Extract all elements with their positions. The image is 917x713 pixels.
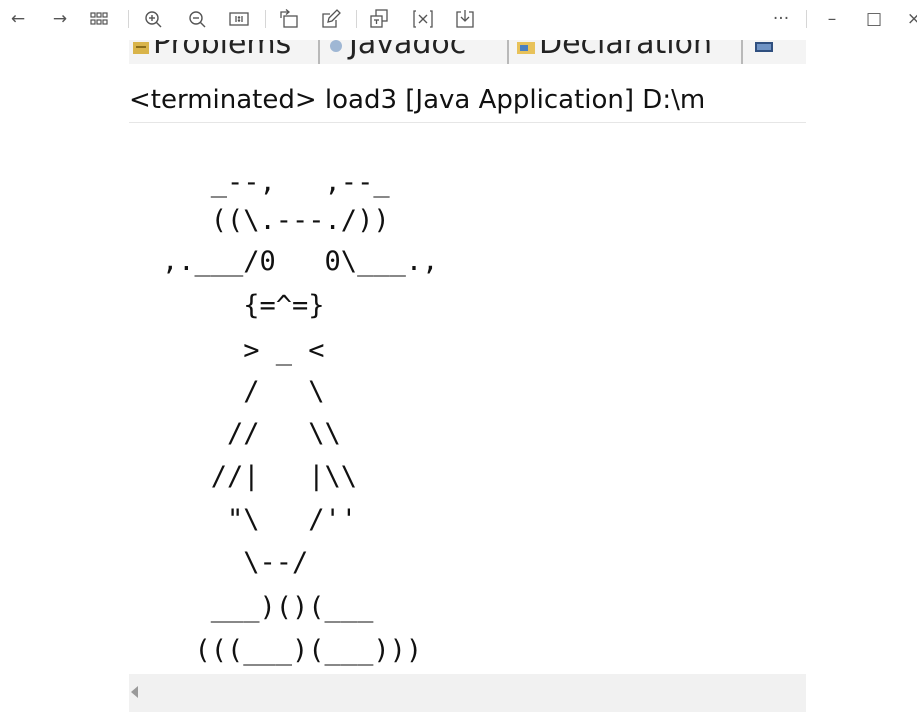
screenshot-content: Problems Javadoc Declaration <terminated… (129, 40, 806, 713)
maximize-button[interactable]: □ (864, 8, 884, 30)
console-line: // \\ (162, 418, 341, 449)
actual-size-icon[interactable] (228, 8, 250, 30)
console-line: //| |\\ (162, 461, 358, 492)
forward-button[interactable]: → (50, 8, 70, 30)
console-output: _--, ,--_ ((\.---./)) ,.___/0 0\___., {=… (129, 40, 806, 672)
console-line: ((\.---./)) (162, 205, 390, 236)
rotate-left-icon[interactable] (278, 8, 300, 30)
horizontal-scrollbar[interactable] (129, 674, 806, 712)
formula-icon[interactable] (412, 8, 434, 30)
console-line: ,.___/0 0\___., (162, 246, 439, 277)
console-line: (((___)(___))) (162, 635, 423, 666)
console-line: \--/ (162, 547, 309, 578)
toolbar-divider (265, 10, 266, 28)
toolbar-divider (806, 10, 807, 28)
edit-icon[interactable] (320, 8, 342, 30)
save-icon[interactable] (454, 8, 476, 30)
console-line: "\ /'' (162, 504, 358, 535)
toolbar-divider (356, 10, 357, 28)
viewer-toolbar: ← → ··· – □ × (0, 0, 917, 40)
console-line: / \ (162, 376, 325, 407)
back-button[interactable]: ← (8, 8, 28, 30)
scroll-left-arrow-icon[interactable] (131, 686, 138, 698)
minimize-button[interactable]: – (822, 8, 842, 30)
extract-text-icon[interactable] (368, 8, 390, 30)
zoom-in-icon[interactable] (142, 8, 164, 30)
close-button[interactable]: × (904, 8, 917, 30)
console-line: > _ < (162, 335, 325, 366)
zoom-out-icon[interactable] (186, 8, 208, 30)
grid-view-icon[interactable] (88, 8, 110, 30)
console-line: _--, ,--_ (162, 167, 390, 198)
console-line: ___)()(___ (162, 592, 374, 623)
more-options-button[interactable]: ··· (768, 8, 794, 30)
toolbar-divider (128, 10, 129, 28)
console-line: {=^=} (162, 290, 325, 321)
